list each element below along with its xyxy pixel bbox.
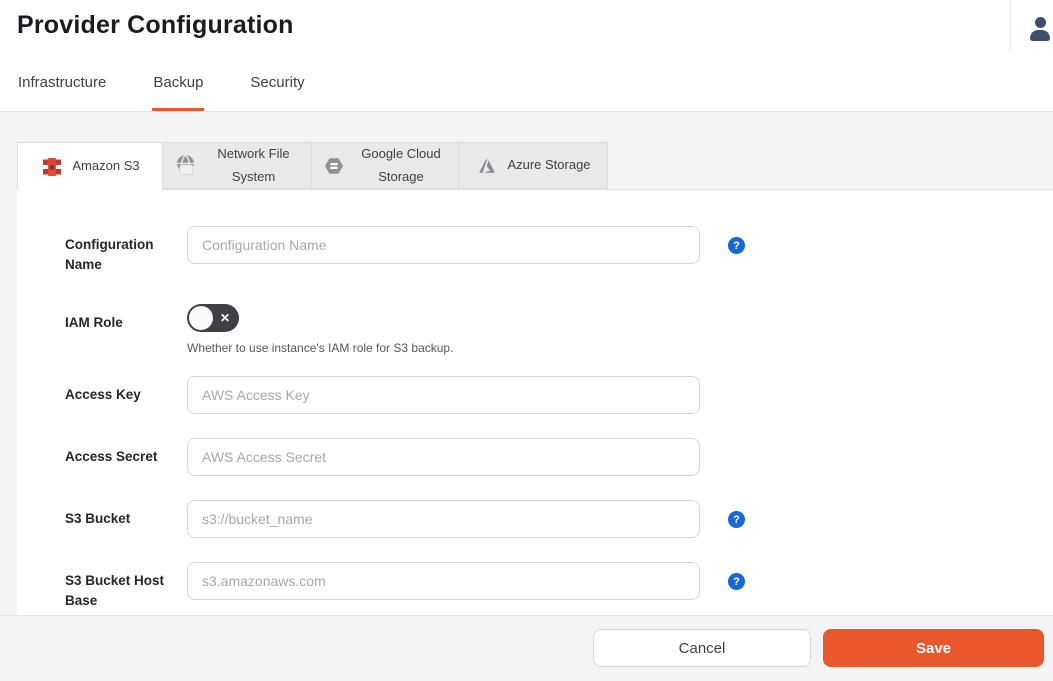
configuration-name-input[interactable] [187, 226, 700, 264]
s3-bucket-host-base-row: S3 Bucket Host Base ? [65, 562, 1053, 610]
tab-label: Google Cloud Storage [361, 146, 441, 184]
access-secret-label: Access Secret [65, 449, 158, 465]
form-footer: Cancel Save [0, 615, 1053, 681]
save-button[interactable]: Save [823, 629, 1044, 667]
page-title: Provider Configuration [17, 11, 294, 39]
tab-network-file-system[interactable]: Network File System [162, 142, 312, 189]
page-header: Provider Configuration Infrastructure Ba… [0, 0, 1053, 112]
cancel-button[interactable]: Cancel [593, 629, 811, 667]
gcs-hexagon-icon [325, 157, 343, 174]
toggle-knob [189, 306, 213, 331]
tab-label: Network File System [217, 146, 290, 184]
access-key-input[interactable] [187, 376, 700, 415]
tab-amazon-s3[interactable]: Amazon S3 [17, 142, 163, 190]
s3-bucket-host-base-input[interactable] [187, 562, 700, 601]
user-icon-body [1030, 30, 1050, 41]
s3-bucket-input[interactable] [187, 500, 700, 539]
access-secret-input[interactable] [187, 438, 700, 477]
iam-role-toggle[interactable]: ✕ [187, 304, 239, 333]
help-icon[interactable]: ? [728, 573, 745, 591]
access-key-label: Access Key [65, 387, 141, 403]
access-secret-row: Access Secret [65, 438, 1053, 477]
tab-google-cloud-storage[interactable]: Google Cloud Storage [311, 142, 459, 189]
tab-label: Amazon S3 [72, 158, 140, 174]
nav-tab-backup[interactable]: Backup [152, 64, 205, 111]
toggle-off-icon: ✕ [219, 311, 230, 326]
tab-azure-storage[interactable]: Azure Storage [458, 142, 608, 189]
s3-bucket-row: S3 Bucket ? [65, 500, 1053, 539]
help-icon[interactable]: ? [728, 237, 745, 254]
access-key-row: Access Key [65, 376, 1053, 415]
provider-tab-bar: Amazon S3 Network File System Google Clo… [0, 112, 1053, 190]
iam-role-label: IAM Role [65, 315, 123, 331]
help-icon[interactable]: ? [728, 511, 745, 529]
azure-icon [479, 157, 496, 173]
nav-tab-infrastructure[interactable]: Infrastructure [17, 64, 107, 111]
iam-role-helper-text: Whether to use instance's IAM role for S… [187, 341, 454, 356]
s3-bucket-host-base-label: S3 Bucket Host Base [65, 573, 165, 608]
user-icon-head [1034, 17, 1046, 28]
configuration-name-label: Configuration Name [65, 237, 154, 272]
main-nav: Infrastructure Backup Security [17, 64, 306, 111]
header-divider [1010, 0, 1011, 52]
globe-folder-icon [177, 154, 194, 175]
tab-label: Azure Storage [507, 157, 591, 173]
provider-form-panel: Configuration Name ? IAM Role ✕ Whether … [17, 189, 1053, 615]
nav-tab-security[interactable]: Security [249, 64, 305, 111]
configuration-name-row: Configuration Name ? [65, 226, 1053, 274]
amazon-s3-icon [43, 157, 62, 176]
iam-role-row: IAM Role ✕ Whether to use instance's IAM… [65, 304, 1053, 355]
user-icon[interactable] [1029, 17, 1051, 41]
s3-bucket-label: S3 Bucket [65, 511, 131, 527]
